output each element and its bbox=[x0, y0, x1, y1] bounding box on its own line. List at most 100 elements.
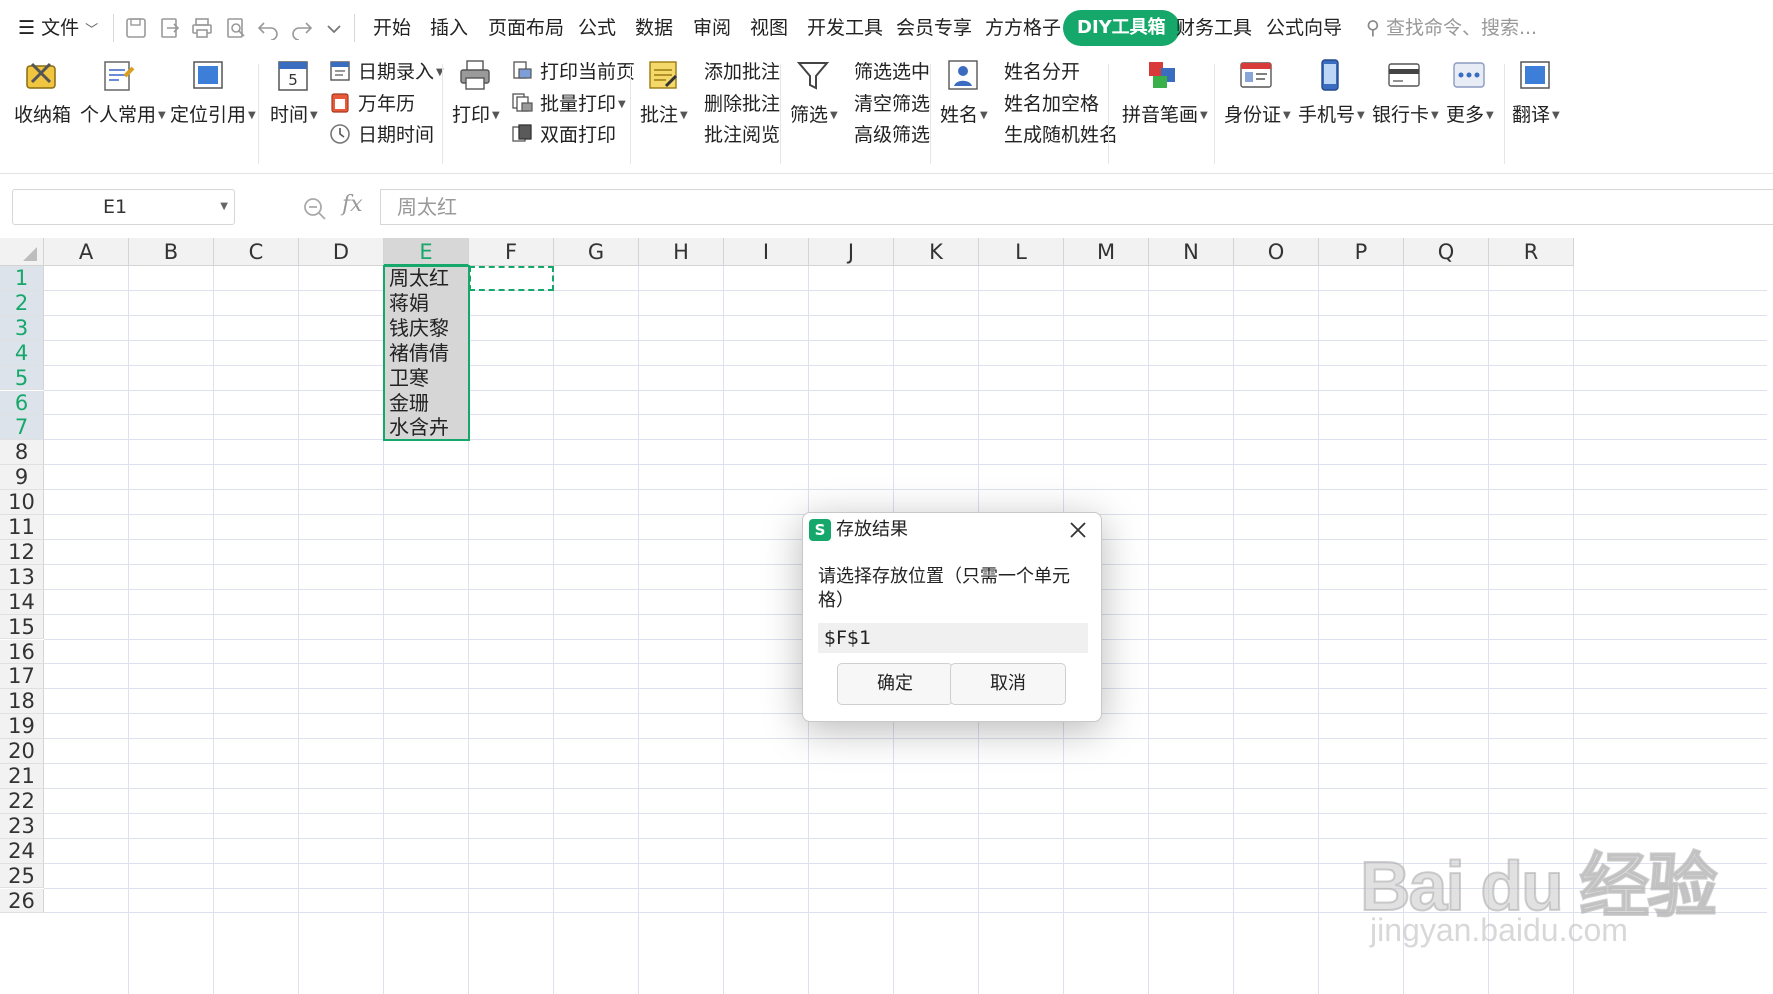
print-current-page-button[interactable]: 打印当前页 bbox=[510, 58, 635, 86]
close-icon[interactable] bbox=[1065, 517, 1091, 543]
column-header-c[interactable]: C bbox=[214, 238, 299, 266]
browse-comments-button[interactable]: 批注阅览 bbox=[704, 121, 780, 149]
row-header-12[interactable]: 12 bbox=[0, 539, 44, 565]
location-input[interactable] bbox=[818, 623, 1088, 653]
redo-icon[interactable] bbox=[290, 16, 314, 40]
row-header-5[interactable]: 5 bbox=[0, 365, 44, 391]
tab-insert[interactable]: 插入 bbox=[430, 10, 468, 46]
comment-button[interactable]: 批注 ▼ bbox=[640, 56, 688, 127]
command-search[interactable]: ⚲ 查找命令、搜索... bbox=[1366, 10, 1537, 46]
row-header-15[interactable]: 15 bbox=[0, 614, 44, 640]
column-header-f[interactable]: F bbox=[469, 238, 554, 266]
row-header-26[interactable]: 26 bbox=[0, 888, 44, 914]
row-header-4[interactable]: 4 bbox=[0, 340, 44, 366]
advanced-filter-button[interactable]: 高级筛选 bbox=[854, 121, 930, 149]
row-header-18[interactable]: 18 bbox=[0, 689, 44, 715]
save-icon[interactable] bbox=[124, 16, 148, 40]
tab-view[interactable]: 视图 bbox=[750, 10, 788, 46]
filter-selected-button[interactable]: 筛选选中 bbox=[854, 58, 930, 86]
date-time-button[interactable]: 日期时间 bbox=[328, 121, 434, 149]
name-box[interactable]: E1 ▼ bbox=[12, 189, 235, 225]
column-header-j[interactable]: J bbox=[809, 238, 894, 266]
column-header-h[interactable]: H bbox=[639, 238, 724, 266]
column-header-b[interactable]: B bbox=[129, 238, 214, 266]
column-header-i[interactable]: I bbox=[724, 238, 809, 266]
column-header-g[interactable]: G bbox=[554, 238, 639, 266]
row-header-13[interactable]: 13 bbox=[0, 564, 44, 590]
split-name-button[interactable]: 姓名分开 bbox=[1004, 58, 1080, 86]
random-name-button[interactable]: 生成随机姓名 bbox=[1004, 121, 1118, 149]
row-header-23[interactable]: 23 bbox=[0, 813, 44, 839]
duplex-print-button[interactable]: 双面打印 bbox=[510, 121, 616, 149]
tab-diy-toolbox[interactable]: DIY工具箱 bbox=[1063, 10, 1180, 46]
tab-member[interactable]: 会员专享 bbox=[896, 10, 972, 46]
name-box-dropdown-icon[interactable]: ▼ bbox=[220, 190, 228, 224]
date-entry-button[interactable]: 日期录入 ▼ bbox=[328, 58, 444, 86]
name-button[interactable]: 姓名 ▼ bbox=[940, 56, 988, 127]
personal-favorites-button[interactable]: 个人常用 ▼ bbox=[80, 56, 166, 127]
column-header-e[interactable]: E bbox=[384, 238, 469, 266]
tab-formulas[interactable]: 公式 bbox=[578, 10, 616, 46]
row-header-21[interactable]: 21 bbox=[0, 764, 44, 789]
column-header-o[interactable]: O bbox=[1234, 238, 1319, 266]
phone-number-button[interactable]: 手机号 ▼ bbox=[1298, 56, 1365, 127]
print-icon[interactable] bbox=[190, 16, 214, 40]
row-header-19[interactable]: 19 bbox=[0, 714, 44, 740]
row-header-1[interactable]: 1 bbox=[0, 266, 44, 291]
ok-button[interactable]: 确定 bbox=[837, 663, 953, 705]
tab-data[interactable]: 数据 bbox=[635, 10, 673, 46]
row-header-10[interactable]: 10 bbox=[0, 490, 44, 515]
locate-reference-button[interactable]: 定位引用 ▼ bbox=[170, 56, 256, 127]
column-header-q[interactable]: Q bbox=[1404, 238, 1489, 266]
zoom-formula-icon[interactable] bbox=[302, 196, 328, 222]
pinyin-strokes-button[interactable]: 拼音笔画 ▼ bbox=[1122, 56, 1208, 127]
row-header-6[interactable]: 6 bbox=[0, 390, 44, 416]
column-header-m[interactable]: M bbox=[1064, 238, 1149, 266]
undo-icon[interactable] bbox=[256, 16, 280, 40]
row-header-14[interactable]: 14 bbox=[0, 589, 44, 615]
name-add-space-button[interactable]: 姓名加空格 bbox=[1004, 90, 1099, 118]
bank-card-button[interactable]: 银行卡 ▼ bbox=[1372, 56, 1439, 127]
export-icon[interactable] bbox=[158, 16, 182, 40]
delete-comment-button[interactable]: 删除批注 bbox=[704, 90, 780, 118]
print-button[interactable]: 打印 ▼ bbox=[452, 56, 500, 127]
customize-quick-access-icon[interactable] bbox=[322, 16, 346, 40]
column-header-l[interactable]: L bbox=[979, 238, 1064, 266]
row-header-7[interactable]: 7 bbox=[0, 415, 44, 441]
row-header-9[interactable]: 9 bbox=[0, 465, 44, 491]
tab-home[interactable]: 开始 bbox=[373, 10, 411, 46]
tab-review[interactable]: 审阅 bbox=[693, 10, 731, 46]
column-header-d[interactable]: D bbox=[299, 238, 384, 266]
row-header-3[interactable]: 3 bbox=[0, 315, 44, 341]
row-header-24[interactable]: 24 bbox=[0, 838, 44, 864]
perpetual-calendar-button[interactable]: 万年历 bbox=[328, 90, 415, 118]
tab-fangfang[interactable]: 方方格子 bbox=[985, 10, 1061, 46]
row-header-17[interactable]: 17 bbox=[0, 664, 44, 690]
column-header-a[interactable]: A bbox=[44, 238, 129, 266]
row-header-8[interactable]: 8 bbox=[0, 440, 44, 466]
tab-page-layout[interactable]: 页面布局 bbox=[488, 10, 564, 46]
fx-icon[interactable]: fx bbox=[342, 192, 363, 217]
column-header-p[interactable]: P bbox=[1319, 238, 1404, 266]
row-header-22[interactable]: 22 bbox=[0, 788, 44, 814]
row-header-20[interactable]: 20 bbox=[0, 739, 44, 764]
select-all-corner[interactable] bbox=[0, 238, 44, 266]
batch-print-button[interactable]: 批量打印 ▼ bbox=[510, 90, 626, 118]
translate-button[interactable]: 翻译 ▼ bbox=[1512, 56, 1560, 127]
tab-finance-tools[interactable]: 财务工具 bbox=[1176, 10, 1252, 46]
toolbox-button[interactable]: 收纳箱 bbox=[14, 56, 71, 127]
column-header-k[interactable]: K bbox=[894, 238, 979, 266]
cancel-button[interactable]: 取消 bbox=[950, 663, 1066, 705]
time-button[interactable]: 5 时间 ▼ bbox=[270, 56, 318, 127]
id-card-button[interactable]: 身份证 ▼ bbox=[1224, 56, 1291, 127]
row-header-25[interactable]: 25 bbox=[0, 863, 44, 889]
row-header-2[interactable]: 2 bbox=[0, 290, 44, 316]
row-header-11[interactable]: 11 bbox=[0, 515, 44, 540]
column-header-r[interactable]: R bbox=[1489, 238, 1574, 266]
row-header-16[interactable]: 16 bbox=[0, 639, 44, 665]
column-header-n[interactable]: N bbox=[1149, 238, 1234, 266]
filter-button[interactable]: 筛选 ▼ bbox=[790, 56, 838, 127]
clear-filter-button[interactable]: 清空筛选 bbox=[854, 90, 930, 118]
tab-formula-wizard[interactable]: 公式向导 bbox=[1266, 10, 1342, 46]
add-comment-button[interactable]: 添加批注 bbox=[704, 58, 780, 86]
